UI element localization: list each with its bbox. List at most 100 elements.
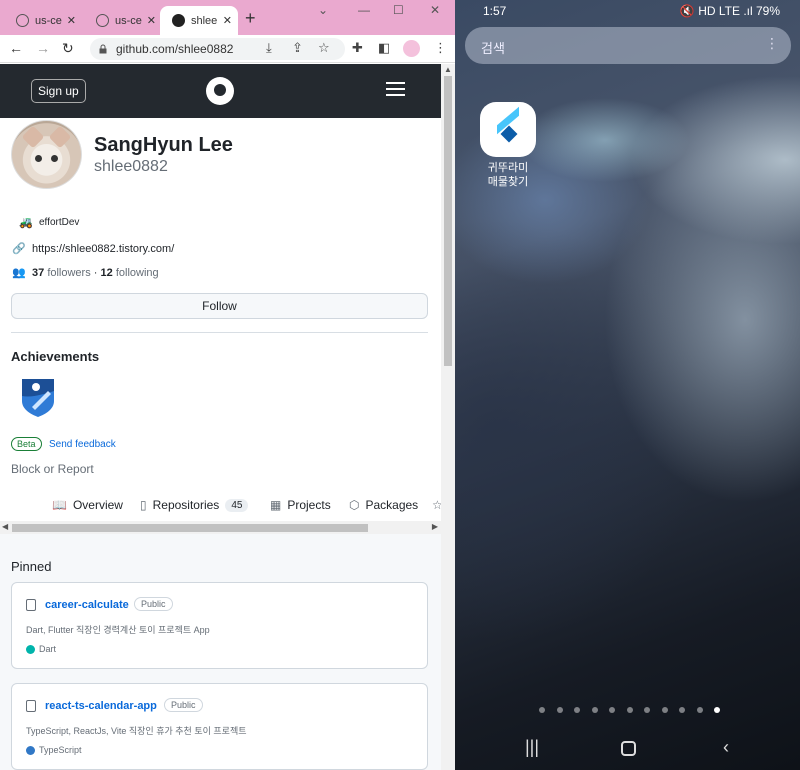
horizontal-scrollbar[interactable]: ◀ ▶ (0, 521, 441, 534)
scroll-up-icon[interactable]: ▲ (444, 65, 452, 74)
chrome-browser-window: us-ce ✕ us-ce ✕ shlee ✕ + ⌄ — ☐ ✕ ← → ↻ … (0, 0, 455, 770)
github-logo-icon[interactable] (206, 77, 234, 105)
back-icon[interactable]: ‹ (723, 737, 729, 758)
forward-arrow-icon[interactable]: → (36, 40, 50, 56)
block-or-report-link[interactable]: Block or Report (11, 462, 94, 476)
scrollbar-thumb[interactable] (444, 76, 452, 366)
tab-search-icon[interactable]: ⌄ (318, 3, 328, 17)
browser-tab-active[interactable]: shlee ✕ (160, 6, 238, 35)
tab-title: us-ce (115, 14, 142, 27)
send-feedback-link[interactable]: Send feedback (49, 439, 116, 450)
install-icon[interactable]: ⤓ (266, 40, 272, 56)
hamburger-menu-icon[interactable] (386, 82, 405, 100)
url-text: github.com/shlee0882 (116, 42, 234, 56)
pinned-section: Pinned career-calculate Public Dart, Flu… (0, 534, 441, 770)
language-name: Dart (39, 644, 57, 654)
star-icon[interactable]: ☆ (318, 40, 330, 56)
tab-projects[interactable]: ▦ Projects (270, 498, 331, 512)
tab-stars[interactable]: ☆ (432, 498, 441, 512)
tab-overview[interactable]: 📖 Overview (52, 498, 123, 512)
pinned-title: Pinned (11, 559, 52, 574)
repo-icon: ▯ (140, 498, 147, 512)
close-icon[interactable]: ✕ (67, 14, 76, 27)
flutter-app-icon[interactable] (480, 102, 536, 157)
followers-label[interactable]: followers (47, 267, 90, 279)
book-icon: 📖 (52, 498, 67, 512)
share-icon[interactable]: ⇪ (292, 40, 303, 56)
page-dot (591, 707, 598, 713)
table-icon: ▦ (270, 498, 282, 512)
home-icon[interactable] (621, 741, 636, 756)
status-emoji-icon: 🚜 (19, 217, 33, 229)
address-bar-row: ← → ↻ github.com/shlee0882 ⤓ ⇪ ☆ ✚ ◧ ⋮ (0, 35, 455, 63)
reload-icon[interactable]: ↻ (62, 40, 74, 57)
page-indicator[interactable] (539, 707, 732, 713)
profile-nav-tabs: 📖 Overview ▯ Repositories 45 ▦ Projects … (0, 498, 441, 520)
language-name: TypeScript (39, 745, 82, 755)
repo-language: Dart (26, 644, 56, 654)
url-input[interactable]: github.com/shlee0882 (90, 38, 345, 60)
following-count[interactable]: 12 (101, 267, 113, 279)
android-home-screen: 1:57 🔇 HD LTE .ıl 79% 검색 ⋮ 귀뚜라미 매물찾기 |||… (455, 0, 800, 770)
status-time: 1:57 (483, 4, 507, 18)
website-link[interactable]: https://shlee0882.tistory.com/ (32, 243, 174, 255)
page-dot (574, 707, 580, 713)
tab-title: shlee (191, 14, 218, 27)
more-options-icon[interactable]: ⋮ (765, 35, 779, 52)
status-text: effortDev (39, 217, 80, 228)
page-dot (626, 707, 633, 713)
app-label[interactable]: 귀뚜라미 매물찾기 (475, 161, 541, 189)
recents-icon[interactable]: ||| (525, 737, 539, 758)
page-dot (644, 707, 650, 713)
back-arrow-icon[interactable]: ← (9, 40, 23, 56)
avatar[interactable] (11, 120, 82, 189)
window-close-button[interactable]: ✕ (430, 3, 440, 17)
following-label[interactable]: following (116, 267, 159, 279)
sign-up-button[interactable]: Sign up (31, 79, 86, 103)
repo-description: Dart, Flutter 직장인 경력계산 토이 프로젝트 App (26, 625, 210, 635)
scroll-left-icon[interactable]: ◀ (2, 522, 8, 531)
page-dot (679, 707, 685, 713)
side-panel-icon[interactable]: ◧ (378, 40, 390, 56)
pinned-repo-card: career-calculate Public Dart, Flutter 직장… (11, 582, 428, 669)
search-bar[interactable]: 검색 ⋮ (465, 27, 791, 64)
scrollbar-thumb[interactable] (12, 524, 368, 532)
status-row: 🚜 effortDev (19, 216, 79, 229)
achievement-badge-icon[interactable] (18, 376, 58, 418)
maximize-button[interactable]: ☐ (393, 3, 404, 17)
tab-title: us-ce (35, 14, 62, 27)
tab-strip: us-ce ✕ us-ce ✕ shlee ✕ + ⌄ — ☐ ✕ (0, 0, 455, 35)
scroll-right-icon[interactable]: ▶ (432, 522, 438, 531)
app-label-line: 매물찾기 (487, 176, 529, 188)
profile-login: shlee0882 (94, 158, 168, 175)
close-icon[interactable]: ✕ (223, 14, 232, 27)
followers-count[interactable]: 37 (32, 267, 44, 279)
search-label: 검색 (481, 41, 505, 56)
pinned-repo-card: react-ts-calendar-app Public TypeScript,… (11, 683, 428, 770)
repo-icon (26, 599, 36, 611)
language-color-dot (26, 745, 35, 755)
android-nav-bar: ||| ‹ (455, 735, 800, 765)
page-dot (661, 707, 668, 713)
tab-packages[interactable]: ⬡ Packages (349, 498, 418, 512)
tab-label: Projects (287, 498, 331, 512)
extensions-icon[interactable]: ✚ (352, 40, 363, 56)
new-tab-button[interactable]: + (245, 8, 256, 29)
page-dot (609, 707, 615, 713)
tab-repositories[interactable]: ▯ Repositories 45 (140, 498, 249, 512)
browser-tab-2[interactable]: us-ce ✕ (84, 6, 162, 35)
minimize-button[interactable]: — (358, 3, 370, 17)
divider (11, 332, 428, 333)
menu-kebab-icon[interactable]: ⋮ (434, 40, 447, 56)
follow-button[interactable]: Follow (11, 293, 428, 319)
vertical-scrollbar[interactable]: ▲ (441, 64, 455, 770)
repo-name-link[interactable]: react-ts-calendar-app (45, 700, 157, 712)
page-dot (696, 707, 703, 713)
repo-name-link[interactable]: career-calculate (45, 599, 129, 611)
globe-icon (96, 14, 109, 27)
profile-avatar[interactable] (403, 40, 420, 57)
star-icon: ☆ (432, 498, 441, 512)
separator: · (93, 266, 98, 279)
browser-tab-1[interactable]: us-ce ✕ (4, 6, 82, 35)
close-icon[interactable]: ✕ (147, 14, 156, 27)
